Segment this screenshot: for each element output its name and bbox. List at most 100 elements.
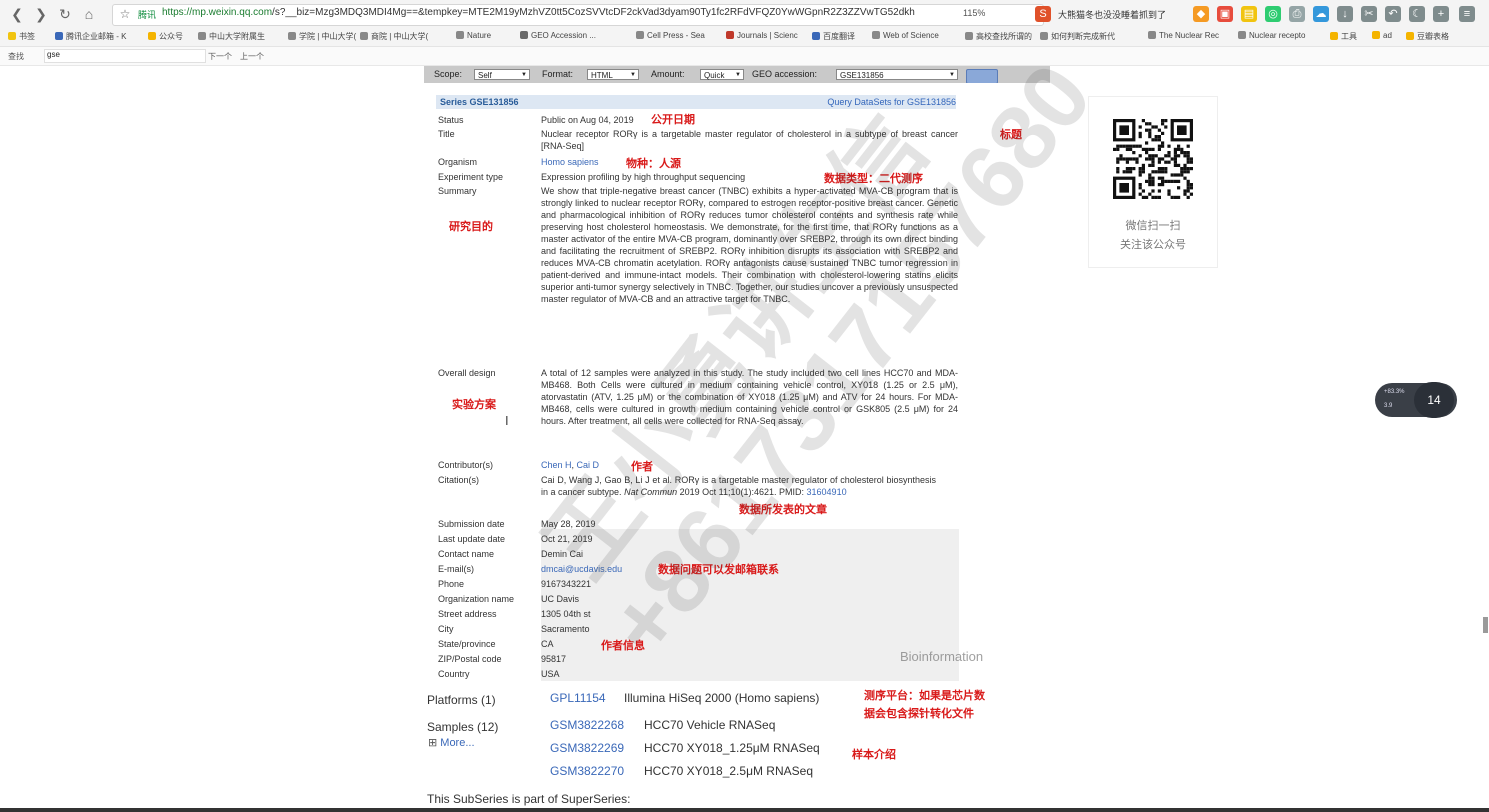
amount-select[interactable]: Quick [700,69,744,81]
bookmark-label: 书签 [19,32,35,41]
accession-input[interactable]: GSE131856 [836,69,958,81]
bookmark-item[interactable]: 中山大学附属生 [198,31,265,42]
sample-link[interactable]: GSM3822270 [550,764,624,778]
bookmark-item[interactable]: 腾讯企业邮箱 - K [55,31,126,42]
bookmark-icon [8,32,16,40]
scope-label: Scope: [434,69,463,79]
contributor-link[interactable]: Chen H [541,460,572,470]
sample-link[interactable]: GSM3822269 [550,741,624,755]
url-text[interactable]: https://mp.weixin.qq.com/s?__biz=Mzg3MDQ… [162,7,915,18]
bookmark-label: GEO Accession ... [531,31,596,40]
bookmark-item[interactable]: GEO Accession ... [520,31,596,40]
pmid-link[interactable]: 31604910 [807,487,847,497]
game-icon[interactable]: ◆ [1193,6,1209,22]
moon-icon[interactable]: ☾ [1409,6,1425,22]
title-label: Title [438,129,455,139]
bookmark-label: 豆瓣表格 [1417,32,1449,41]
search-engine-icon[interactable]: S [1035,6,1051,22]
bookmark-item[interactable]: 商院 | 中山大学( [360,31,428,42]
bookmark-item[interactable]: 豆瓣表格 [1406,31,1449,42]
series-id: Series GSE131856 [440,97,519,107]
find-label: 查找 [8,52,24,61]
extension-yellow-icon[interactable]: ▤ [1241,6,1257,22]
speed-widget-line1: +83.3% [1384,389,1405,395]
bookmark-item[interactable]: ad [1372,31,1392,40]
format-label: Format: [542,69,574,79]
citation-issue: 2019 Oct 11;10(1):4621. PMID: [679,487,805,497]
zip-label: ZIP/Postal code [438,654,502,664]
menu-icon[interactable]: ≡ [1459,6,1475,22]
summary-text: We show that triple-negative breast canc… [541,186,958,304]
bookmark-item[interactable]: Journals | Scienc [726,31,798,40]
scope-select[interactable]: Self [474,69,530,81]
find-next-button[interactable]: 下一个 [208,51,232,62]
cloud-icon[interactable]: ☁ [1313,6,1329,22]
bookmark-item[interactable]: 公众号 [148,31,183,42]
star-icon[interactable]: ☆ [116,5,134,23]
format-select[interactable]: HTML [587,69,639,81]
organism-link[interactable]: Homo sapiens [541,156,958,168]
back-icon[interactable]: ❮ [8,5,26,23]
qr-caption-follow: 关注该公众号 [1120,239,1186,251]
bookmark-label: 高校查找所谓的 [976,32,1032,41]
city-value: Sacramento [541,624,590,634]
more-samples-link[interactable]: ⊞ More... [428,736,475,749]
home-icon[interactable]: ⌂ [80,5,98,23]
submission-date-value: May 28, 2019 [541,519,596,529]
bookmark-icon [520,31,528,39]
forward-icon[interactable]: ❯ [32,5,50,23]
search-box-text[interactable]: 大熊猫冬也没没睡着抓到了 [1058,8,1166,21]
platform-description: Illumina HiSeq 2000 (Homo sapiens) [624,691,820,705]
bookmark-item[interactable]: 学院 | 中山大学( [288,31,356,42]
bookmark-item[interactable]: 书签 [8,31,35,42]
cut-icon[interactable]: ✂ [1361,6,1377,22]
bookmark-icon [360,32,368,40]
contributor-link[interactable]: Cai D [577,460,600,470]
undo-icon[interactable]: ↶ [1385,6,1401,22]
go-button[interactable] [966,69,998,84]
bookmark-item[interactable]: 高校查找所谓的 [965,31,1032,42]
bookmark-item[interactable]: 如何判断完成新代 [1040,31,1115,42]
extension-red-icon[interactable]: ▣ [1217,6,1233,22]
platform-link[interactable]: GPL11154 [550,691,606,705]
bookmark-label: The Nuclear Rec [1159,31,1220,40]
bookmark-icon [812,32,820,40]
bookmark-label: 学院 | 中山大学( [299,32,357,41]
bookmark-icon [1372,31,1380,39]
bookmark-label: 工具 [1341,32,1357,41]
expand-icon: ⊞ [428,737,441,749]
phone-value: 9167343221 [541,579,592,589]
new-tab-icon[interactable]: + [1433,6,1449,22]
bookmark-label: Nature [467,31,492,40]
bookmark-item[interactable]: 百度翻译 [812,31,855,42]
find-bar: 查找 gse 下一个 上一个 [0,47,1489,66]
speed-badge[interactable]: 14 [1414,382,1454,418]
taskbar-edge [0,808,1489,812]
qr-code-icon[interactable] [1113,119,1193,199]
query-datasets-link[interactable]: Query DataSets for GSE131856 [827,95,956,109]
sample-description: HCC70 XY018_1.25μM RNASeq [644,741,820,755]
status-label: Status [438,115,464,125]
print-icon[interactable]: ⎙ [1289,6,1305,22]
sample-link[interactable]: GSM3822268 [550,718,624,732]
download-icon[interactable]: ↓ [1337,6,1353,22]
bookmark-item[interactable]: 工具 [1330,31,1357,42]
annotation-email: 数据问题可以发邮箱联系 [658,563,779,576]
bookmark-item[interactable]: Nuclear recepto [1238,31,1305,40]
state-label: State/province [438,639,496,649]
text-cursor-icon: I [505,413,509,428]
zoom-level[interactable]: 115% [963,8,985,18]
speed-widget-line2: 3.9 [1384,403,1393,409]
bookmark-item[interactable]: Cell Press - Sea [636,31,705,40]
find-prev-button[interactable]: 上一个 [240,51,264,62]
refresh-icon[interactable]: ↻ [56,5,74,23]
bookmark-item[interactable]: The Nuclear Rec [1148,31,1219,40]
annotation-authors: 作者 [631,460,653,473]
bookmark-item[interactable]: Web of Science [872,31,939,40]
find-input[interactable]: gse [44,49,206,63]
annotation-release-date: 公开日期 [651,113,695,126]
extension-green-icon[interactable]: ◎ [1265,6,1281,22]
bookmark-item[interactable]: Nature [456,31,491,40]
more-samples-label: More... [440,737,475,749]
scrollbar-thumb[interactable] [1483,617,1488,633]
